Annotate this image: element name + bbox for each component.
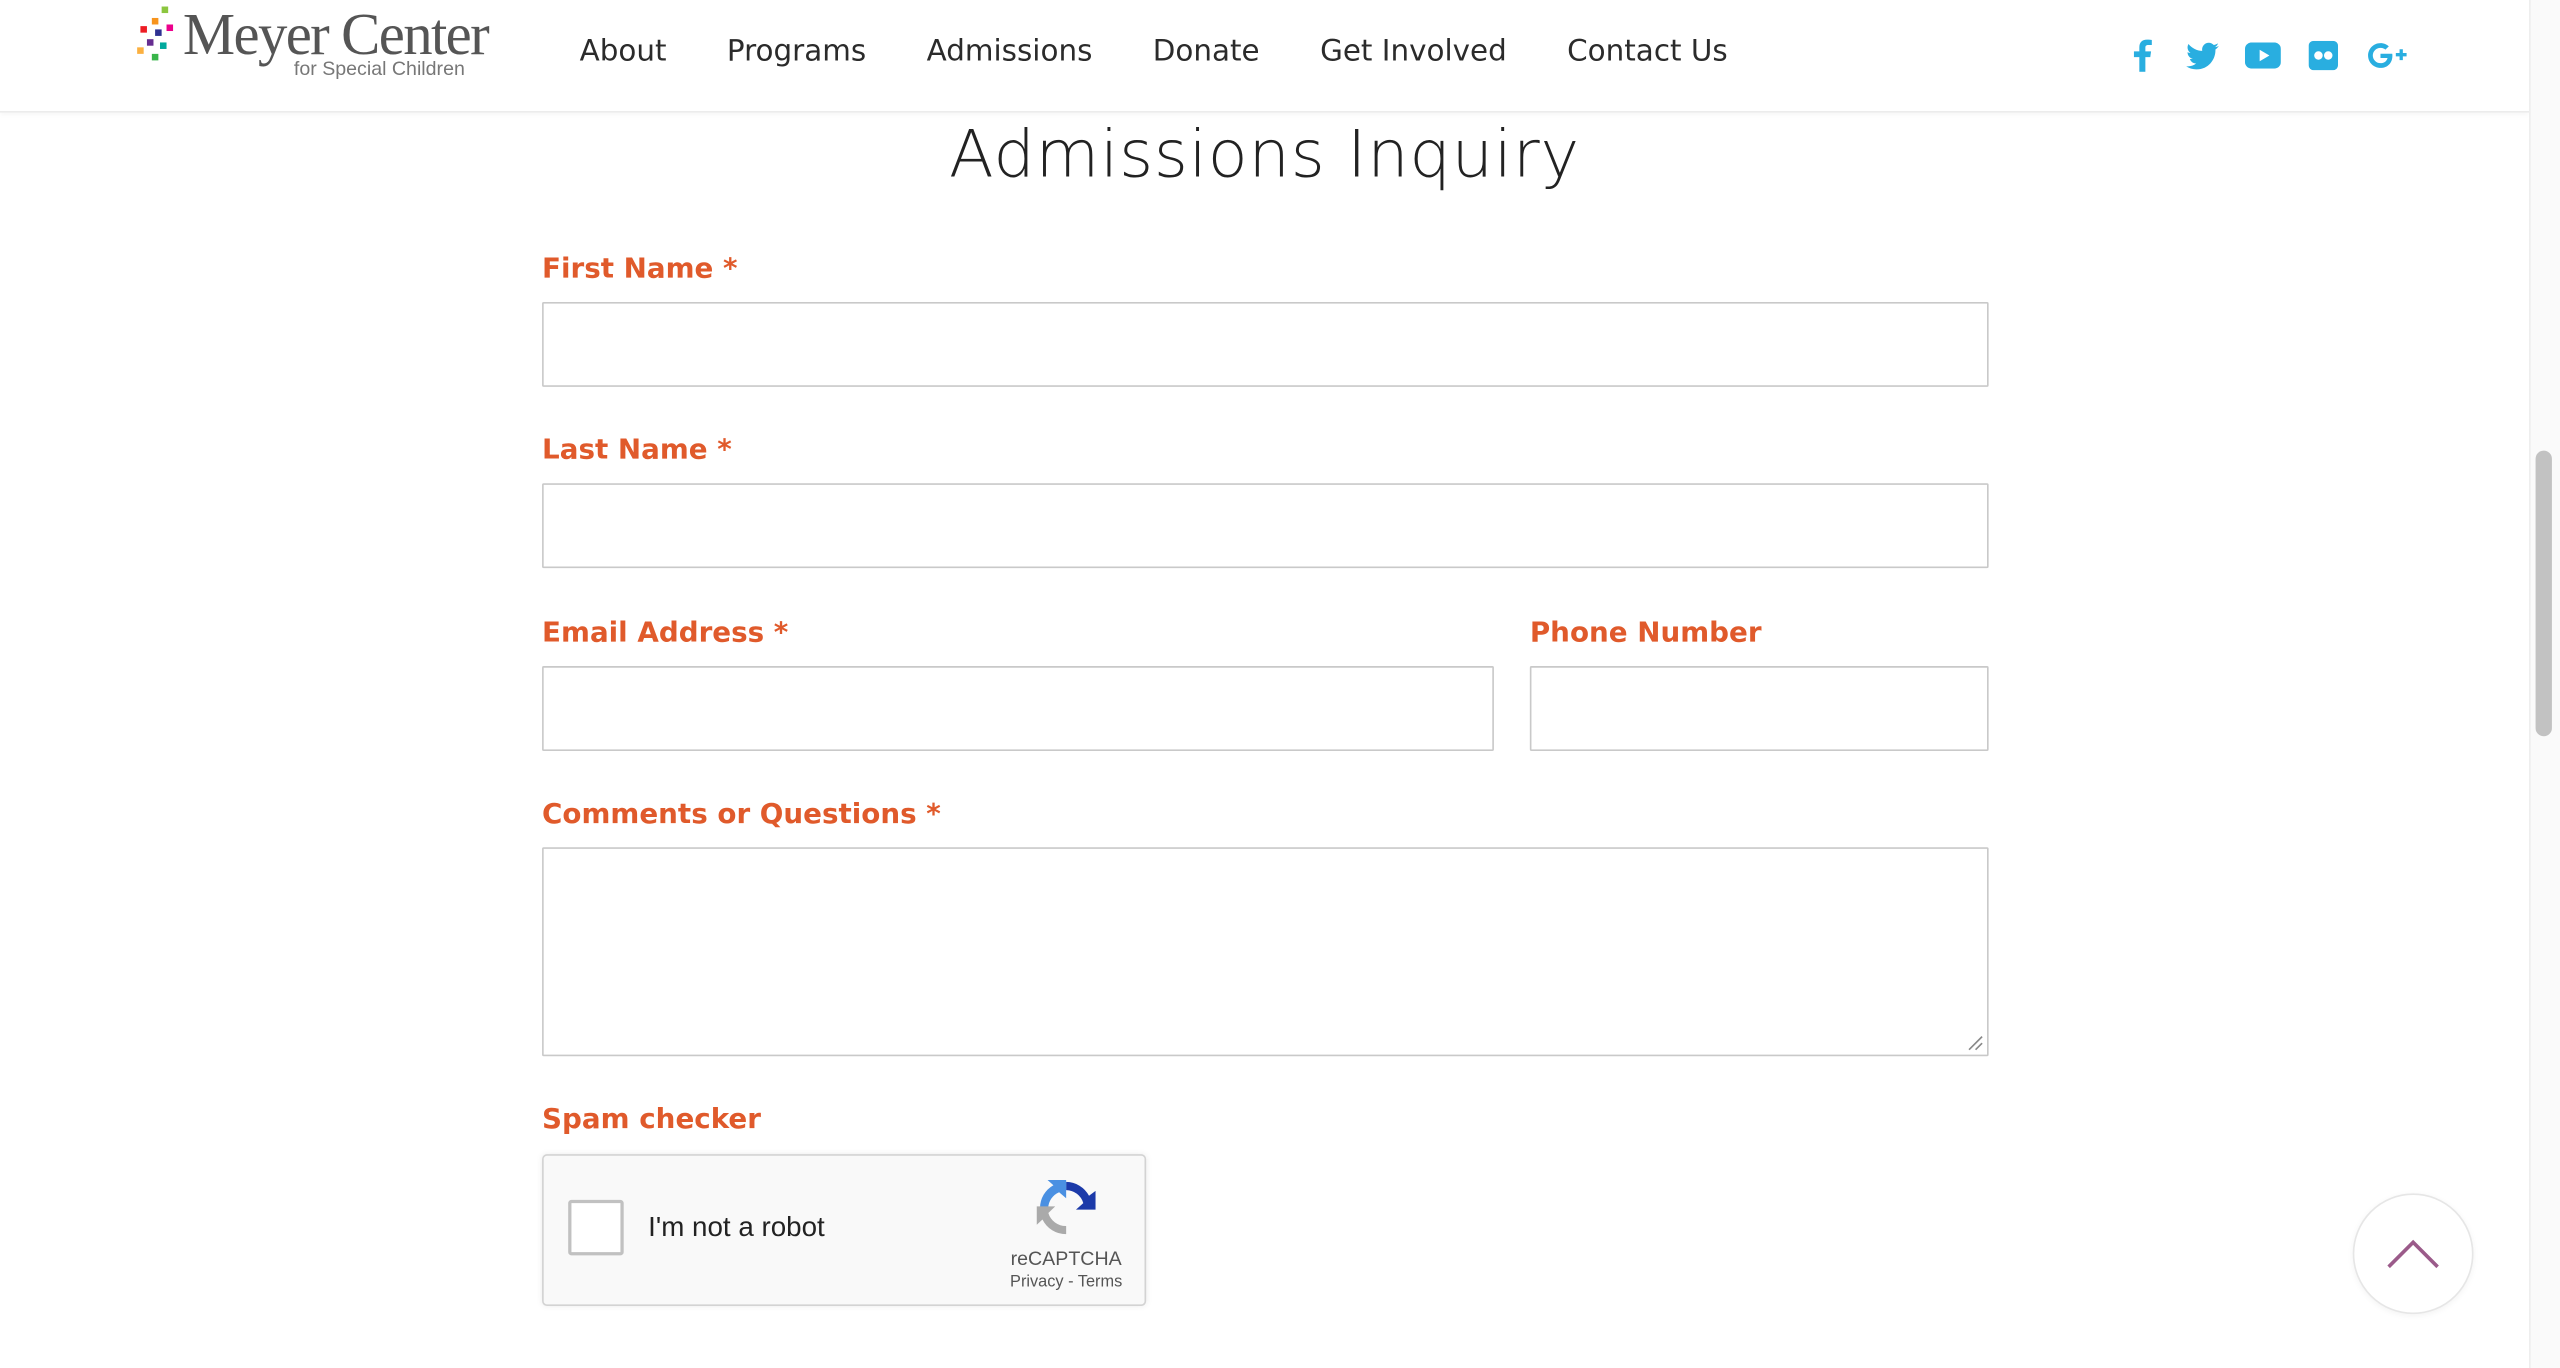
nav-admissions[interactable]: Admissions: [927, 33, 1093, 72]
last-name-field[interactable]: [542, 483, 1989, 569]
resize-handle-icon[interactable]: [1967, 1035, 1983, 1051]
recaptcha-checkbox[interactable]: [568, 1199, 624, 1256]
google-plus-icon[interactable]: [2364, 36, 2413, 75]
first-name-field[interactable]: [542, 302, 1989, 387]
nav-donate[interactable]: Donate: [1153, 33, 1260, 72]
youtube-icon[interactable]: [2243, 36, 2282, 75]
first-name-label: First Name *: [542, 253, 738, 286]
nav-programs[interactable]: Programs: [727, 33, 866, 72]
logo-subtitle: for Special Children: [293, 57, 465, 80]
social-links: [2123, 36, 2435, 75]
main-nav: About Programs Admissions Donate Get Inv…: [580, 33, 1788, 72]
comments-label: Comments or Questions *: [542, 798, 941, 831]
nav-contact-us[interactable]: Contact Us: [1567, 33, 1728, 72]
phone-label: Phone Number: [1529, 617, 1762, 650]
site-header: Meyer Center for Special Children About …: [0, 0, 2530, 113]
logo-mark-icon: [137, 6, 174, 61]
recaptcha-privacy-terms[interactable]: Privacy - Terms: [985, 1273, 1148, 1291]
last-name-label: Last Name *: [542, 434, 732, 467]
form-title: Admissions Inquiry: [949, 117, 1580, 193]
comments-textarea[interactable]: [542, 847, 1989, 1057]
site-logo[interactable]: Meyer Center for Special Children: [131, 0, 523, 91]
email-field[interactable]: [542, 666, 1494, 751]
phone-field[interactable]: [1529, 666, 1989, 751]
email-label: Email Address *: [542, 617, 789, 650]
recaptcha-logo-icon: [1036, 1179, 1096, 1235]
recaptcha-label: I'm not a robot: [648, 1211, 825, 1243]
nav-about[interactable]: About: [580, 33, 667, 72]
scrollbar-thumb[interactable]: [2535, 450, 2552, 737]
chevron-up-icon: [2387, 1239, 2439, 1269]
twitter-icon[interactable]: [2183, 36, 2222, 75]
nav-get-involved[interactable]: Get Involved: [1320, 33, 1507, 72]
spam-checker-label: Spam checker: [542, 1103, 761, 1137]
facebook-icon[interactable]: [2123, 36, 2162, 75]
recaptcha-brand: reCAPTCHA: [1010, 1247, 1122, 1271]
flickr-icon[interactable]: [2304, 36, 2343, 75]
recaptcha-widget: I'm not a robot reCAPTCHA Privacy - Term…: [542, 1154, 1148, 1306]
page: Meyer Center for Special Children About …: [0, 0, 2560, 1368]
back-to-top-button[interactable]: [2352, 1193, 2474, 1315]
